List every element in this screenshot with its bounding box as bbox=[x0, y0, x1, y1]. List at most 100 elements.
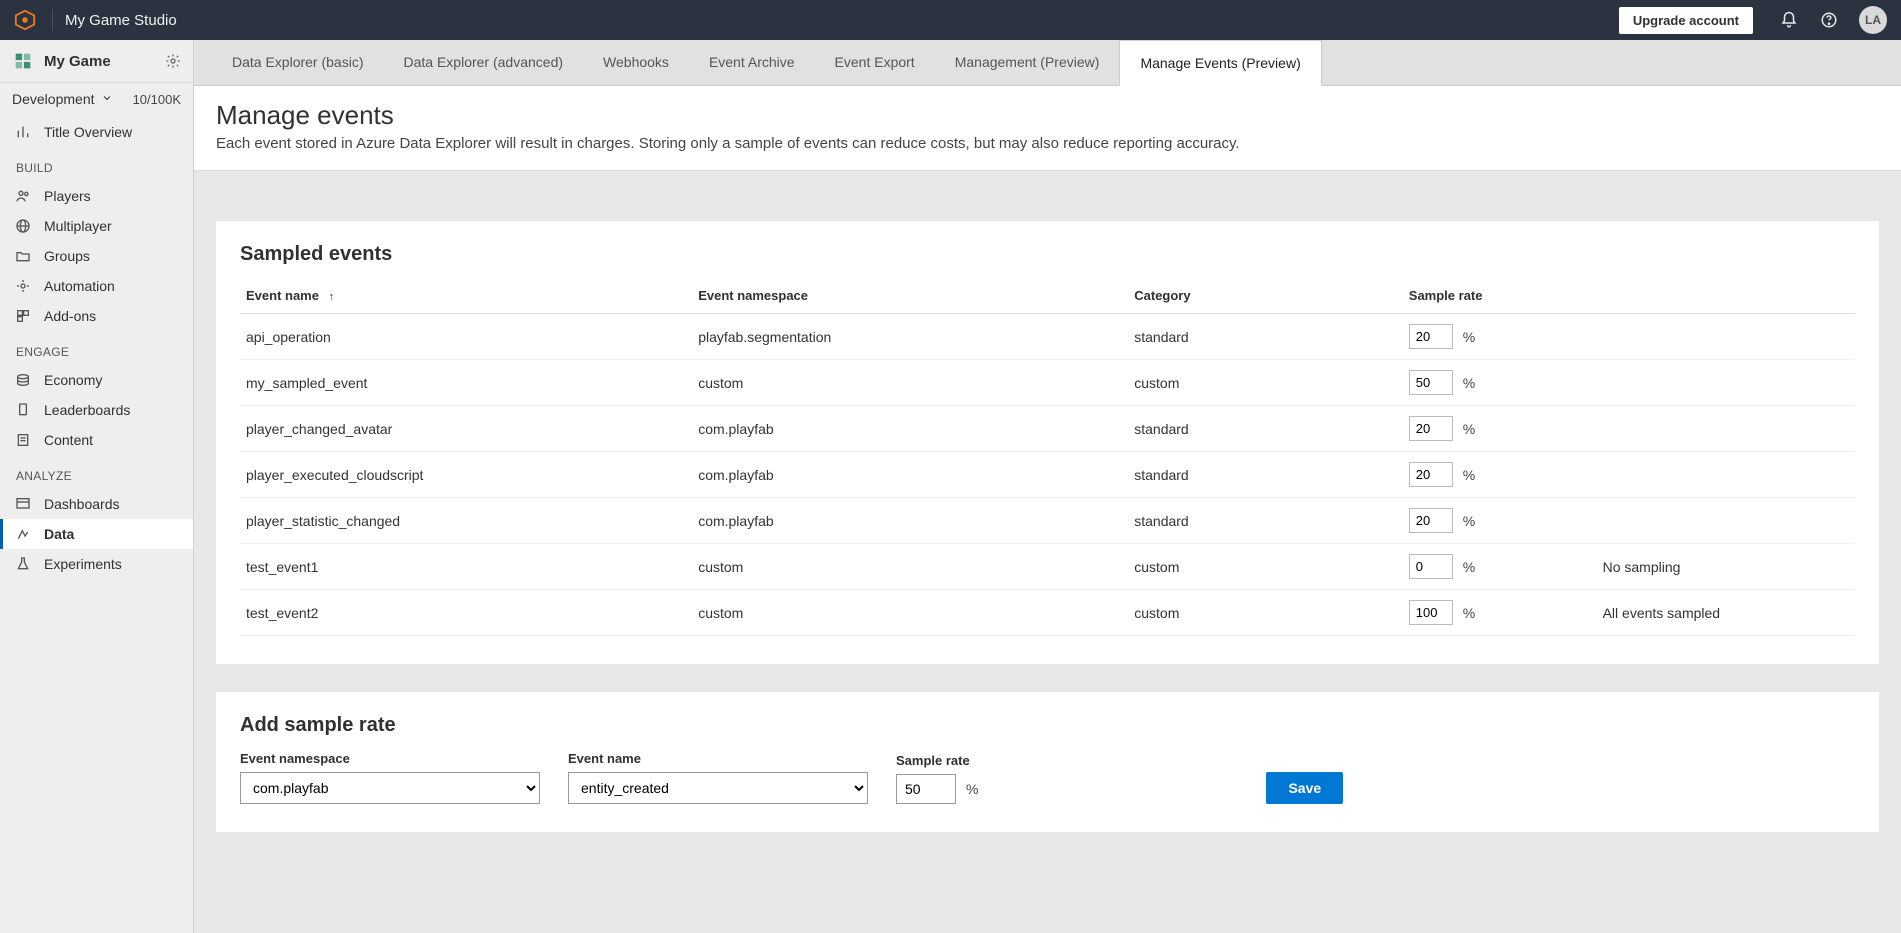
studio-name[interactable]: My Game Studio bbox=[65, 12, 177, 29]
cell-category: custom bbox=[1128, 544, 1403, 590]
sidebar-item-players[interactable]: Players bbox=[0, 181, 193, 211]
percent-label: % bbox=[1463, 421, 1475, 437]
economy-icon bbox=[14, 371, 32, 389]
page-header: Manage events Each event stored in Azure… bbox=[194, 86, 1901, 171]
sidebar-item-addons[interactable]: Add-ons bbox=[0, 301, 193, 331]
sample-note bbox=[1597, 406, 1855, 452]
playfab-logo-icon[interactable] bbox=[14, 9, 36, 31]
save-button[interactable]: Save bbox=[1266, 772, 1343, 804]
sidebar-item-economy[interactable]: Economy bbox=[0, 365, 193, 395]
sample-rate-input[interactable] bbox=[1409, 508, 1453, 533]
sample-rate-input[interactable] bbox=[1409, 416, 1453, 441]
sidebar-item-multiplayer[interactable]: Multiplayer bbox=[0, 211, 193, 241]
cell-category: custom bbox=[1128, 590, 1403, 636]
cell-category: standard bbox=[1128, 452, 1403, 498]
upgrade-account-button[interactable]: Upgrade account bbox=[1619, 7, 1753, 34]
percent-label: % bbox=[966, 781, 978, 797]
sidebar-item-automation[interactable]: Automation bbox=[0, 271, 193, 301]
usage-limit: 10/100K bbox=[133, 92, 181, 107]
data-icon bbox=[14, 525, 32, 543]
sample-note bbox=[1597, 314, 1855, 360]
table-row: api_operationplayfab.segmentationstandar… bbox=[240, 314, 1855, 360]
table-row: test_event2customcustom%All events sampl… bbox=[240, 590, 1855, 636]
tab-data-explorer-basic[interactable]: Data Explorer (basic) bbox=[212, 40, 384, 85]
tab-event-export[interactable]: Event Export bbox=[815, 40, 935, 85]
sidebar-item-groups[interactable]: Groups bbox=[0, 241, 193, 271]
cell-event-name: api_operation bbox=[240, 314, 692, 360]
sidebar-item-label: Content bbox=[44, 432, 93, 448]
col-event-name[interactable]: Event name ↑ bbox=[240, 280, 692, 314]
sample-rate-input[interactable] bbox=[1409, 600, 1453, 625]
game-name: My Game bbox=[44, 53, 165, 70]
section-analyze-label: ANALYZE bbox=[0, 455, 193, 489]
folder-icon bbox=[14, 247, 32, 265]
sample-rate-input[interactable] bbox=[1409, 324, 1453, 349]
tab-webhooks[interactable]: Webhooks bbox=[583, 40, 689, 85]
table-row: player_changed_avatarcom.playfabstandard… bbox=[240, 406, 1855, 452]
sidebar-item-label: Economy bbox=[44, 372, 102, 388]
sidebar-item-dashboards[interactable]: Dashboards bbox=[0, 489, 193, 519]
environment-selector[interactable]: Development 10/100K bbox=[0, 83, 193, 117]
cell-event-namespace: com.playfab bbox=[692, 406, 1128, 452]
tab-data-explorer-advanced[interactable]: Data Explorer (advanced) bbox=[384, 40, 584, 85]
section-build-label: BUILD bbox=[0, 147, 193, 181]
cell-event-name: test_event2 bbox=[240, 590, 692, 636]
sample-rate-input[interactable] bbox=[1409, 554, 1453, 579]
sidebar-item-label: Players bbox=[44, 188, 91, 204]
sample-rate-input[interactable] bbox=[896, 774, 956, 804]
tab-event-archive[interactable]: Event Archive bbox=[689, 40, 815, 85]
dashboards-icon bbox=[14, 495, 32, 513]
namespace-select[interactable]: com.playfab bbox=[240, 772, 540, 804]
sidebar-item-experiments[interactable]: Experiments bbox=[0, 549, 193, 579]
sidebar-item-data[interactable]: Data bbox=[0, 519, 193, 549]
page-subtitle: Each event stored in Azure Data Explorer… bbox=[216, 135, 1879, 152]
leaderboards-icon bbox=[14, 401, 32, 419]
add-sample-rate-card: Add sample rate Event namespace com.play… bbox=[216, 692, 1879, 832]
col-event-namespace[interactable]: Event namespace bbox=[692, 280, 1128, 314]
cell-event-name: player_statistic_changed bbox=[240, 498, 692, 544]
sample-note bbox=[1597, 360, 1855, 406]
table-row: test_event1customcustom%No sampling bbox=[240, 544, 1855, 590]
col-category[interactable]: Category bbox=[1128, 280, 1403, 314]
avatar[interactable]: LA bbox=[1859, 6, 1887, 34]
sidebar-item-title-overview[interactable]: Title Overview bbox=[0, 117, 193, 147]
top-bar: My Game Studio Upgrade account LA bbox=[0, 0, 1901, 40]
sort-ascending-icon: ↑ bbox=[329, 291, 335, 303]
cell-category: custom bbox=[1128, 360, 1403, 406]
cell-event-namespace: custom bbox=[692, 360, 1128, 406]
gear-icon[interactable] bbox=[165, 53, 181, 69]
tab-manage-events[interactable]: Manage Events (Preview) bbox=[1119, 40, 1321, 86]
percent-label: % bbox=[1463, 375, 1475, 391]
sidebar-item-content[interactable]: Content bbox=[0, 425, 193, 455]
bell-icon[interactable] bbox=[1779, 10, 1799, 30]
flask-icon bbox=[14, 555, 32, 573]
cell-event-name: player_executed_cloudscript bbox=[240, 452, 692, 498]
table-row: player_statistic_changedcom.playfabstand… bbox=[240, 498, 1855, 544]
percent-label: % bbox=[1463, 559, 1475, 575]
section-engage-label: ENGAGE bbox=[0, 331, 193, 365]
sidebar-item-leaderboards[interactable]: Leaderboards bbox=[0, 395, 193, 425]
col-sample-rate[interactable]: Sample rate bbox=[1403, 280, 1597, 314]
cell-event-namespace: custom bbox=[692, 544, 1128, 590]
help-icon[interactable] bbox=[1819, 10, 1839, 30]
cell-event-namespace: com.playfab bbox=[692, 452, 1128, 498]
sample-rate-input[interactable] bbox=[1409, 462, 1453, 487]
sidebar-item-label: Multiplayer bbox=[44, 218, 112, 234]
sample-note bbox=[1597, 498, 1855, 544]
game-selector[interactable]: My Game bbox=[0, 40, 193, 83]
globe-icon bbox=[14, 217, 32, 235]
sample-rate-input[interactable] bbox=[1409, 370, 1453, 395]
content-icon bbox=[14, 431, 32, 449]
addons-icon bbox=[14, 307, 32, 325]
sidebar-item-label: Title Overview bbox=[44, 124, 132, 140]
tab-management[interactable]: Management (Preview) bbox=[935, 40, 1120, 85]
namespace-label: Event namespace bbox=[240, 751, 540, 766]
percent-label: % bbox=[1463, 513, 1475, 529]
cell-category: standard bbox=[1128, 314, 1403, 360]
event-name-select[interactable]: entity_created bbox=[568, 772, 868, 804]
divider bbox=[52, 9, 53, 31]
game-icon bbox=[12, 50, 34, 72]
sidebar: My Game Development 10/100K Title Overvi… bbox=[0, 40, 194, 933]
sidebar-item-label: Data bbox=[44, 526, 74, 542]
percent-label: % bbox=[1463, 605, 1475, 621]
